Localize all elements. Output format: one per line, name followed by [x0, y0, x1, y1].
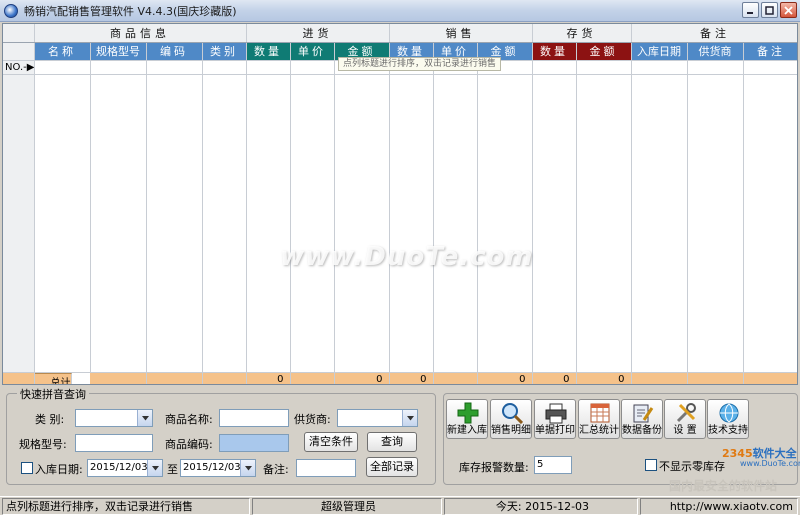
date-to-value: 2015/12/03: [183, 462, 241, 473]
category-select[interactable]: [75, 409, 153, 427]
summary-stats-label: 汇总统计: [579, 425, 619, 436]
date-to-picker[interactable]: 2015/12/03: [180, 459, 256, 477]
query-button[interactable]: 查询: [367, 432, 417, 452]
column-header-purchase-price[interactable]: 单价: [290, 42, 335, 61]
date-from-value: 2015/12/03: [90, 462, 148, 473]
product-code-label: 商品编码:: [165, 438, 213, 451]
status-today: 今天: 2015-12-03: [444, 498, 638, 515]
column-header-spec[interactable]: 规格型号: [90, 42, 147, 61]
column-header-category[interactable]: 类别: [202, 42, 247, 61]
window-title: 畅销汽配销售管理软件 V4.4.3(国庆珍藏版): [24, 4, 237, 18]
chevron-down-icon: [137, 410, 152, 426]
total-row: 总计 0 0 0 0 0 0: [3, 371, 797, 384]
row-indicator: NO.-▶: [3, 60, 35, 75]
new-stock-in-button[interactable]: 新建入库: [446, 399, 488, 439]
chevron-down-icon: [147, 460, 162, 476]
column-header-stock-in-date[interactable]: 入库日期: [631, 42, 688, 61]
inventory-grid[interactable]: 商品信息 进货 销售 存货 备注 名称 规格型号 编码 类别 数量 单价 金额 …: [2, 23, 798, 385]
sales-detail-button[interactable]: 销售明细: [490, 399, 532, 439]
supplier-select[interactable]: [337, 409, 418, 427]
group-header-sales: 销售: [389, 24, 533, 43]
to-label: 至: [167, 463, 178, 476]
chevron-down-icon: [240, 460, 255, 476]
toolbar-panel: 新建入库 销售明细 单据打印 汇总统计 数据备份 设 置 技术支持 库存报警数量…: [443, 393, 798, 485]
column-header-purchase-qty[interactable]: 数量: [246, 42, 291, 61]
data-backup-button[interactable]: 数据备份: [621, 399, 663, 439]
maximize-button[interactable]: [761, 2, 778, 18]
status-bar: 点列标题进行排序，双击记录进行销售 超级管理员 今天: 2015-12-03 h…: [0, 496, 800, 515]
group-header-stock: 存货: [532, 24, 632, 43]
total-stock-qty: 0: [532, 371, 577, 384]
chevron-down-icon: [402, 410, 417, 426]
summary-stats-button[interactable]: 汇总统计: [578, 399, 620, 439]
spec-input[interactable]: [75, 434, 153, 452]
total-stock-amount: 0: [576, 371, 632, 384]
tech-support-label: 技术支持: [708, 425, 748, 436]
print-receipt-label: 单据打印: [535, 425, 575, 436]
title-bar: 畅销汽配销售管理软件 V4.4.3(国庆珍藏版): [0, 0, 800, 22]
clear-conditions-button[interactable]: 清空条件: [304, 432, 358, 452]
minimize-button[interactable]: [742, 2, 759, 18]
column-header-stock-amount[interactable]: 金额: [576, 42, 632, 61]
maximize-icon: [765, 5, 774, 15]
product-name-label: 商品名称:: [165, 413, 213, 426]
tech-support-button[interactable]: 技术支持: [707, 399, 749, 439]
minimize-icon: [747, 11, 753, 14]
app-icon: [4, 3, 18, 18]
stock-in-date-label: 入库日期:: [35, 463, 83, 476]
supplier-label: 供货商:: [294, 413, 331, 426]
sort-hint-tooltip: 点列标题进行排序，双击记录进行销售: [338, 57, 502, 71]
total-sales-qty: 0: [389, 371, 434, 384]
status-website: http://www.xiaotv.com: [640, 498, 798, 515]
quick-search-panel: 快速拼音查询 类 别: 商品名称: 供货商: 规格型号: 商品编码: 清空条件 …: [6, 386, 436, 485]
all-records-button[interactable]: 全部记录: [366, 457, 418, 477]
stock-in-date-checkbox[interactable]: [21, 462, 33, 474]
total-sales-amount: 0: [477, 371, 533, 384]
print-receipt-button[interactable]: 单据打印: [534, 399, 576, 439]
date-from-picker[interactable]: 2015/12/03: [87, 459, 163, 477]
data-backup-label: 数据备份: [622, 425, 662, 436]
settings-label: 设 置: [673, 425, 697, 436]
spec-label: 规格型号:: [19, 438, 67, 451]
column-header-stock-qty[interactable]: 数量: [532, 42, 577, 61]
corner-subheader: [3, 42, 35, 61]
new-stock-in-label: 新建入库: [447, 425, 487, 436]
remark-input[interactable]: [296, 459, 356, 477]
group-header-remark: 备注: [631, 24, 797, 43]
total-purchase-amount: 0: [334, 371, 390, 384]
column-header-remark[interactable]: 备注: [743, 42, 797, 61]
hide-zero-stock-checkbox[interactable]: [645, 459, 657, 471]
total-purchase-qty: 0: [246, 371, 291, 384]
group-header-product: 商品信息: [34, 24, 247, 43]
sales-detail-label: 销售明细: [491, 425, 531, 436]
close-button[interactable]: [780, 2, 797, 18]
group-header-purchase: 进货: [246, 24, 390, 43]
logo-2345-url: www.DuoTe.com: [740, 459, 800, 468]
column-header-name[interactable]: 名称: [34, 42, 91, 61]
settings-button[interactable]: 设 置: [664, 399, 706, 439]
total-label: 总计: [34, 372, 72, 384]
status-hint: 点列标题进行排序，双击记录进行销售: [2, 498, 250, 515]
safe-software-text: 国内最安全的软件站: [669, 479, 778, 493]
stock-alert-label: 库存报警数量:: [459, 461, 529, 474]
stock-alert-input[interactable]: 5: [534, 456, 572, 474]
status-user: 超级管理员: [252, 498, 442, 515]
remark-label: 备注:: [263, 463, 289, 476]
duote-watermark: www.DuoTe.com: [280, 242, 534, 272]
column-header-supplier[interactable]: 供货商: [687, 42, 744, 61]
quick-search-title: 快速拼音查询: [17, 386, 89, 402]
product-code-input[interactable]: [219, 434, 289, 452]
hide-zero-stock-label: 不显示零库存: [659, 460, 725, 473]
close-icon: [784, 5, 793, 15]
column-header-code[interactable]: 编码: [146, 42, 203, 61]
category-label: 类 别:: [35, 413, 65, 426]
product-name-input[interactable]: [219, 409, 289, 427]
corner-header: [3, 24, 35, 43]
